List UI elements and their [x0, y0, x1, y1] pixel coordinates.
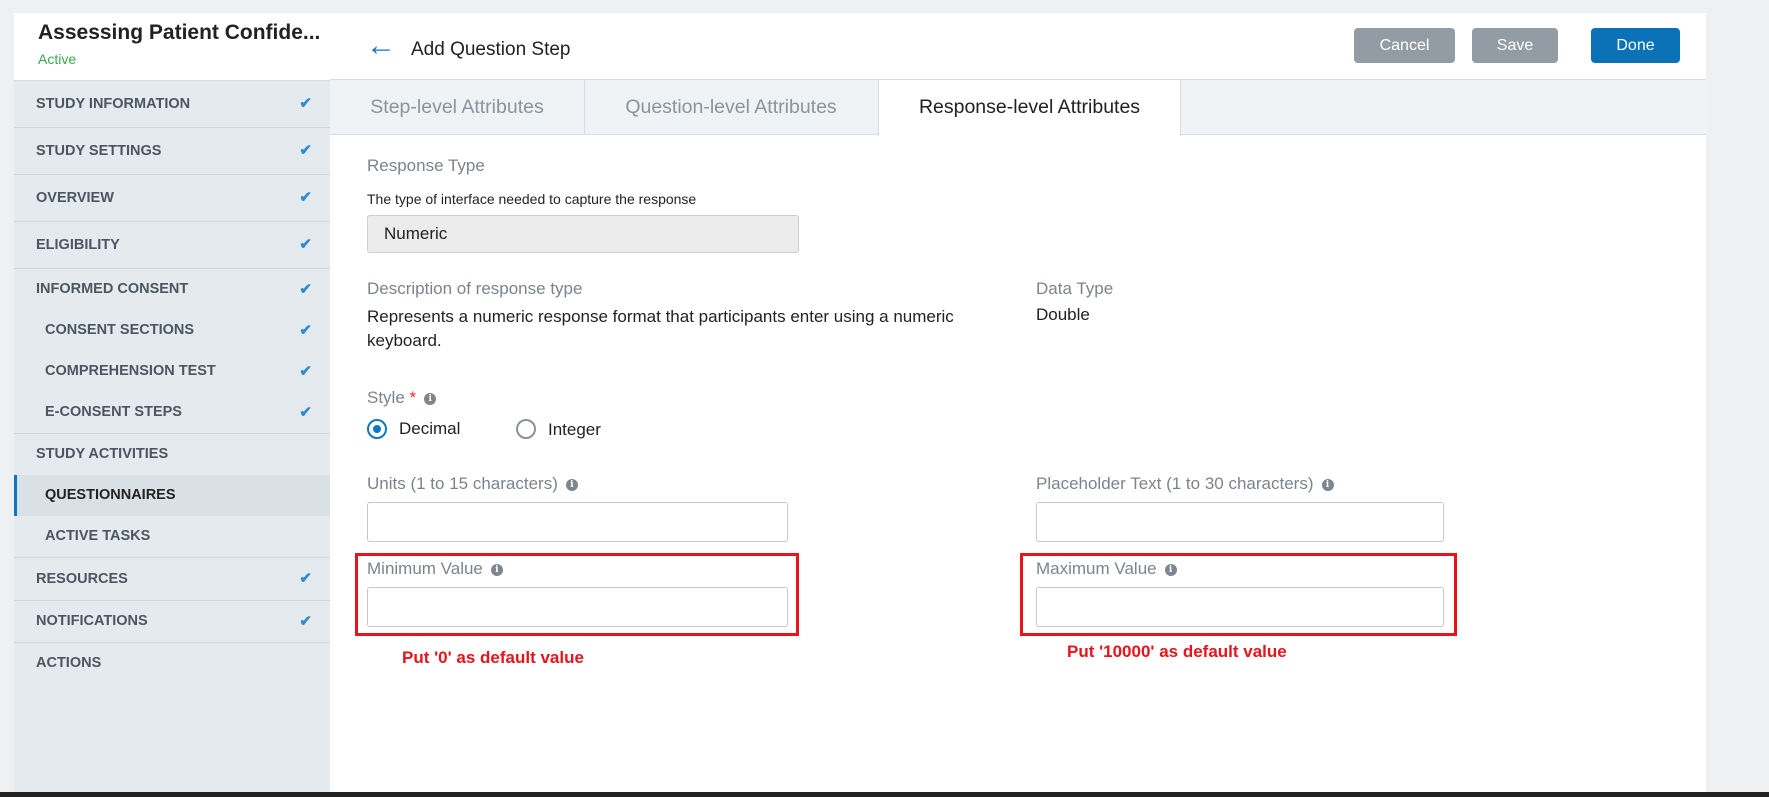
info-icon[interactable]: i	[490, 563, 503, 576]
cancel-button[interactable]: Cancel	[1354, 28, 1455, 63]
sidebar-item-label: STUDY SETTINGS	[36, 143, 162, 159]
sidebar-item-label: RESOURCES	[36, 571, 128, 587]
info-icon[interactable]: i	[424, 392, 437, 405]
sidebar-item-label: QUESTIONNAIRES	[45, 487, 176, 503]
sidebar-item-resources[interactable]: RESOURCES ✔	[14, 558, 330, 601]
save-button[interactable]: Save	[1472, 28, 1558, 63]
response-type-help: The type of interface needed to capture …	[367, 191, 697, 207]
checkmark-icon: ✔	[299, 95, 312, 112]
page-title: Add Question Step	[411, 39, 571, 60]
decimal-radio[interactable]	[367, 419, 387, 439]
sidebar-item-label: COMPREHENSION TEST	[45, 363, 216, 379]
checkmark-icon: ✔	[299, 613, 312, 630]
decimal-radio-label: Decimal	[399, 419, 461, 438]
main-panel: ← Add Question Step Cancel Save Done Ste…	[330, 13, 1706, 792]
sidebar-item-label: OVERVIEW	[36, 190, 114, 206]
checkmark-icon: ✔	[299, 189, 312, 206]
checkmark-icon: ✔	[299, 404, 312, 421]
sidebar-item-actions[interactable]: ACTIONS	[14, 643, 330, 684]
integer-radio[interactable]	[516, 419, 536, 439]
tab-question-level-attributes[interactable]: Question-level Attributes	[584, 80, 879, 134]
required-marker: *	[409, 388, 417, 407]
sidebar-item-label: CONSENT SECTIONS	[45, 322, 195, 338]
tab-bar: Step-level Attributes Question-level Att…	[330, 79, 1706, 136]
checkmark-icon: ✔	[299, 322, 312, 339]
units-input[interactable]	[367, 502, 788, 542]
sidebar-item-comprehension-test[interactable]: COMPREHENSION TEST ✔	[14, 351, 330, 392]
minimum-value-note: Put '0' as default value	[402, 648, 584, 667]
maximum-value-note: Put '10000' as default value	[1067, 642, 1287, 661]
minimum-value-input[interactable]	[367, 587, 788, 627]
bottom-border	[0, 792, 1769, 797]
sidebar-item-label: ELIGIBILITY	[36, 237, 120, 253]
minimum-value-label: Minimum Value	[367, 559, 483, 578]
checkmark-icon: ✔	[299, 363, 312, 380]
placeholder-text-label: Placeholder Text (1 to 30 characters)	[1036, 474, 1314, 493]
sidebar-item-e-consent-steps[interactable]: E-CONSENT STEPS ✔	[14, 392, 330, 434]
form-content: Response Type The type of interface need…	[330, 135, 1706, 792]
checkmark-icon: ✔	[299, 142, 312, 159]
maximum-value-input[interactable]	[1036, 587, 1444, 627]
response-type-label: Response Type	[367, 156, 485, 175]
units-label: Units (1 to 15 characters)	[367, 474, 558, 493]
sidebar-item-notifications[interactable]: NOTIFICATIONS ✔	[14, 601, 330, 643]
sidebar-item-label: STUDY INFORMATION	[36, 96, 191, 112]
placeholder-text-input[interactable]	[1036, 502, 1444, 542]
sidebar-item-study-activities[interactable]: STUDY ACTIVITIES	[14, 434, 330, 475]
sidebar-item-questionnaires[interactable]: QUESTIONNAIRES	[14, 475, 330, 516]
sidebar-item-overview[interactable]: OVERVIEW ✔	[14, 175, 330, 222]
tab-step-level-attributes[interactable]: Step-level Attributes	[330, 80, 585, 134]
data-type-value: Double	[1036, 305, 1090, 324]
tab-response-level-attributes[interactable]: Response-level Attributes	[878, 79, 1181, 136]
study-title: Assessing Patient Confide...	[38, 21, 321, 44]
top-bar: ← Add Question Step Cancel Save Done	[330, 13, 1706, 80]
sidebar-item-study-settings[interactable]: STUDY SETTINGS ✔	[14, 128, 330, 175]
app-window: Assessing Patient Confide... Active STUD…	[14, 13, 1706, 792]
done-button[interactable]: Done	[1591, 28, 1680, 63]
sidebar-item-consent-sections[interactable]: CONSENT SECTIONS ✔	[14, 310, 330, 351]
data-type-label: Data Type	[1036, 279, 1114, 298]
info-icon[interactable]: i	[1321, 478, 1334, 491]
units-label-row: Units (1 to 15 characters) i	[367, 474, 578, 494]
maximum-value-label: Maximum Value	[1036, 559, 1157, 578]
sidebar-item-label: ACTIONS	[36, 655, 102, 671]
sidebar-item-eligibility[interactable]: ELIGIBILITY ✔	[14, 222, 330, 269]
sidebar-item-label: INFORMED CONSENT	[36, 281, 189, 297]
sidebar-item-label: E-CONSENT STEPS	[45, 404, 182, 420]
style-label-row: Style * i	[367, 388, 437, 408]
checkmark-icon: ✔	[299, 570, 312, 587]
sidebar-item-label: ACTIVE TASKS	[45, 528, 151, 544]
maximum-value-label-row: Maximum Value i	[1036, 559, 1177, 579]
minimum-value-label-row: Minimum Value i	[367, 559, 503, 579]
description-label: Description of response type	[367, 279, 583, 298]
sidebar-item-label: NOTIFICATIONS	[36, 613, 148, 629]
sidebar-item-label: STUDY ACTIVITIES	[36, 446, 169, 462]
integer-radio-label: Integer	[548, 420, 601, 439]
study-header: Assessing Patient Confide... Active	[14, 13, 330, 81]
placeholder-label-row: Placeholder Text (1 to 30 characters) i	[1036, 474, 1334, 494]
study-status: Active	[38, 51, 77, 67]
sidebar-item-active-tasks[interactable]: ACTIVE TASKS	[14, 516, 330, 558]
back-arrow-icon[interactable]: ←	[366, 31, 396, 61]
sidebar-item-informed-consent[interactable]: INFORMED CONSENT ✔	[14, 269, 330, 310]
sidebar-item-study-information[interactable]: STUDY INFORMATION ✔	[14, 81, 330, 128]
info-icon[interactable]: i	[565, 478, 578, 491]
checkmark-icon: ✔	[299, 236, 312, 253]
sidebar: Assessing Patient Confide... Active STUD…	[14, 13, 330, 792]
checkmark-icon: ✔	[299, 281, 312, 298]
style-label: Style	[367, 388, 405, 407]
response-type-select[interactable]: Numeric	[367, 215, 799, 253]
info-icon[interactable]: i	[1164, 563, 1177, 576]
description-value: Represents a numeric response format tha…	[367, 307, 954, 350]
